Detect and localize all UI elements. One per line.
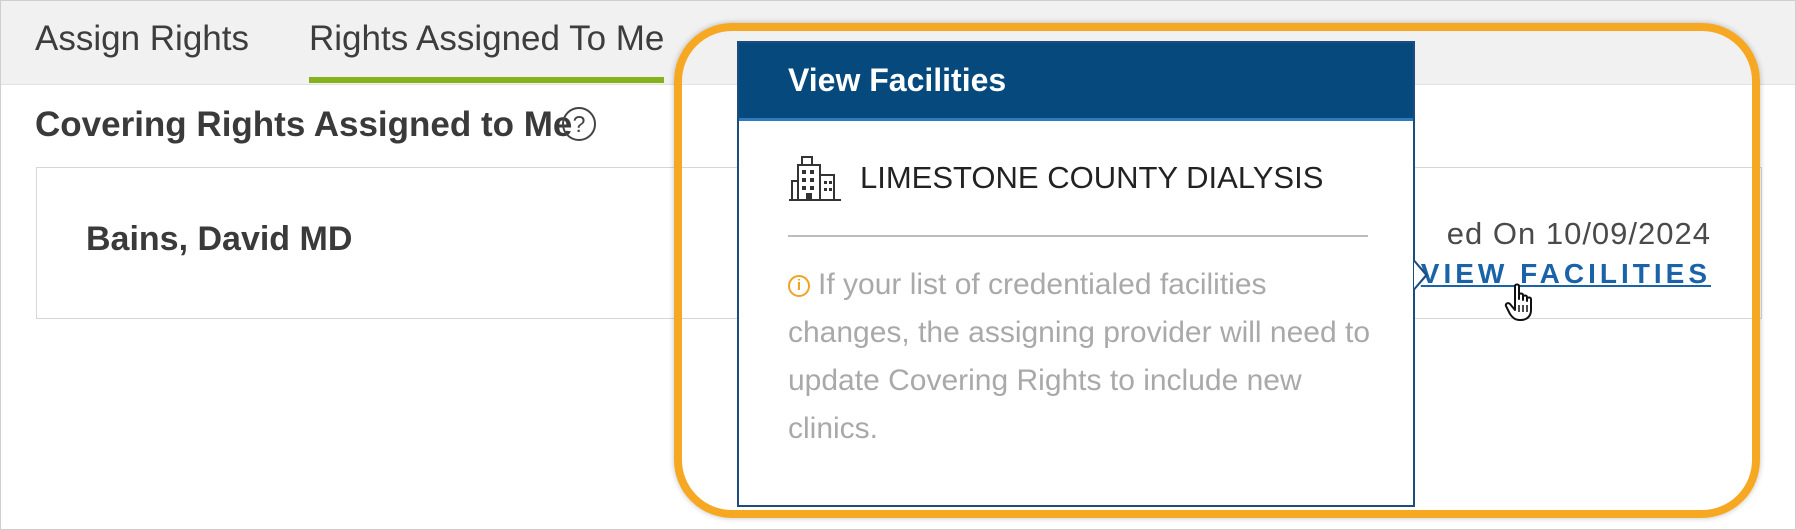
view-facilities-link[interactable]: VIEW FACILITIES (1421, 258, 1711, 290)
divider (788, 235, 1368, 237)
popover-caret-inner (1414, 262, 1425, 288)
tab-assign-rights[interactable]: Assign Rights (35, 19, 249, 77)
popover-title: View Facilities (788, 62, 1007, 98)
popover-header: View Facilities (739, 43, 1413, 121)
tab-rights-assigned-to-me[interactable]: Rights Assigned To Me (309, 19, 665, 83)
provider-name: Bains, David MD (86, 220, 353, 258)
question-circle-icon[interactable]: ? (562, 107, 596, 141)
facility-row: LIMESTONE COUNTY DIALYSIS (788, 155, 1323, 201)
facility-name: LIMESTONE COUNTY DIALYSIS (860, 160, 1324, 195)
page-title: Covering Rights Assigned to Me (35, 105, 573, 144)
info-note: i If your list of credentialed facilities… (788, 261, 1373, 453)
app-frame: Assign Rights Rights Assigned To Me Cove… (0, 0, 1796, 530)
building-icon (789, 156, 841, 201)
info-text: If your list of credentialed facilities … (788, 268, 1371, 445)
view-facilities-popover: View Facilities LIMESTONE COUNTY DIALYSI… (737, 41, 1415, 507)
assigned-on-date: ed On 10/09/2024 (1446, 216, 1711, 251)
info-circle-icon: i (788, 275, 810, 297)
hand-pointer-icon (1504, 283, 1532, 321)
